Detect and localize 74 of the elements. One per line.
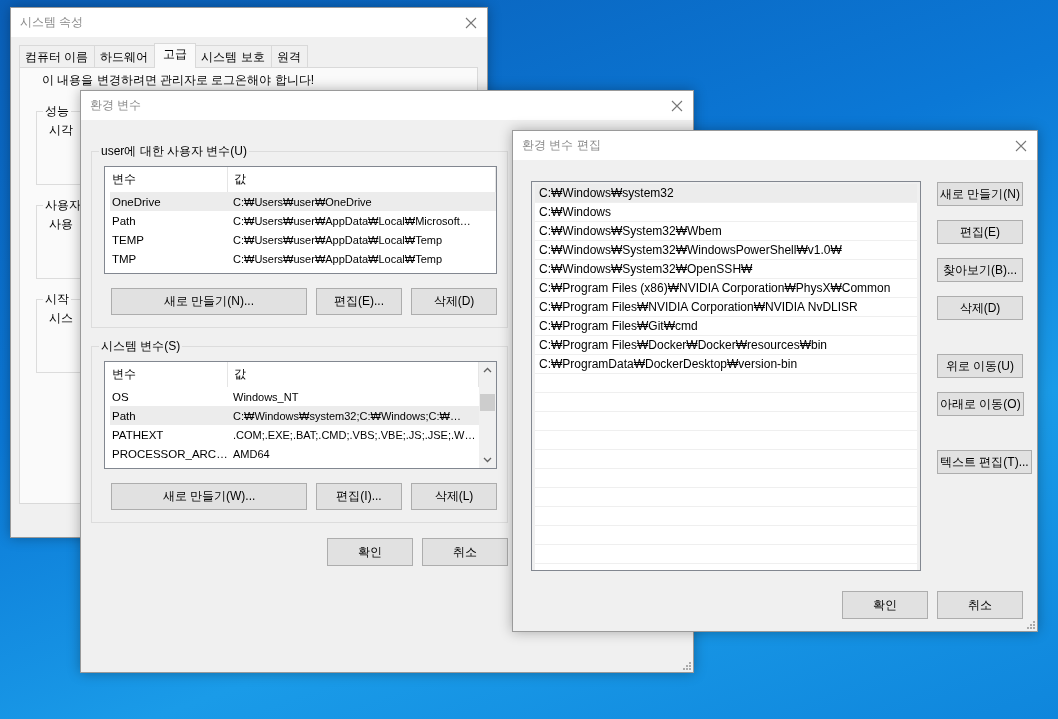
- dialog-button[interactable]: 위로 이동(U): [937, 354, 1023, 378]
- table-cell-text: AMD64: [232, 447, 271, 460]
- dialog-button[interactable]: 확인: [327, 538, 413, 566]
- dialog-button[interactable]: 찾아보기(B)...: [937, 258, 1023, 282]
- table-cell-text: Windows_NT: [232, 390, 300, 403]
- table-cell-text: C:₩Users₩user₩OneDrive: [232, 195, 373, 208]
- dialog-button[interactable]: 텍스트 편집(T)...: [937, 450, 1032, 474]
- group-label: 사용자: [44, 197, 82, 214]
- table-cell-text: Path: [111, 409, 137, 422]
- dialog-button[interactable]: 삭제(D): [937, 296, 1023, 320]
- table-cell-text: C:₩Users₩user₩AppData₩Local₩Microsoft…: [232, 214, 472, 227]
- table-cell-text: PATHEXT: [111, 428, 165, 441]
- table-cell-text: TEMP: [111, 233, 145, 246]
- dialog-button[interactable]: 확인: [842, 591, 928, 619]
- list-row[interactable]: TEMP C:₩Users₩user₩AppData₩Local₩Temp: [110, 230, 496, 249]
- table-cell-text: C:₩Windows₩system32;C:₩Windows;C:₩…: [232, 409, 462, 422]
- table-cell-text: C:₩Users₩user₩AppData₩Local₩Temp: [232, 252, 444, 265]
- dialog-button[interactable]: 취소: [937, 591, 1023, 619]
- dialog-button[interactable]: 편집(E): [937, 220, 1023, 244]
- table-cell-text: PROCESSOR_ARC…: [111, 447, 227, 460]
- list-row[interactable]: Path C:₩Users₩user₩AppData₩Local₩Microsoft…: [110, 211, 496, 230]
- group-text: 사용: [49, 216, 73, 233]
- tab[interactable]: 고급: [154, 43, 197, 68]
- close-icon[interactable]: [1015, 139, 1027, 152]
- window-title: 환경 변수: [90, 97, 142, 114]
- tab[interactable]: 원격: [270, 45, 308, 67]
- table-cell-text: .COM;.EXE;.BAT;.CMD;.VBS;.VBE;.JS;.JSE;.W…: [232, 428, 477, 441]
- group-label: 시작: [44, 291, 70, 308]
- table-cell-text: TMP: [111, 252, 138, 265]
- dialog-button[interactable]: 새로 만들기(N)...: [111, 288, 307, 315]
- group-text: 시각: [49, 122, 73, 139]
- list-item[interactable]: C:₩Program Files (x86)₩NVIDIA Corporation₩PhysX₩Common: [535, 279, 917, 298]
- scrollbar-thumb[interactable]: [480, 394, 495, 411]
- close-icon[interactable]: [465, 16, 477, 29]
- window-title: 환경 변수 편집: [522, 137, 601, 154]
- resize-grip-icon: [682, 661, 691, 670]
- dialog-button[interactable]: 새로 만들기(W)...: [111, 483, 307, 510]
- list-item[interactable]: C:₩Program Files₩Docker₩Docker₩resources₩bin: [535, 336, 917, 355]
- window-title: 시스템 속성: [20, 14, 84, 31]
- list-item[interactable]: C:₩Windows: [535, 203, 917, 222]
- list-row[interactable]: PROCESSOR_ARC… AMD64: [110, 444, 479, 463]
- list-row[interactable]: TMP C:₩Users₩user₩AppData₩Local₩Temp: [110, 249, 496, 268]
- list-row[interactable]: PATHEXT .COM;.EXE;.BAT;.CMD;.VBS;.VBE;.JS;.JSE;.W…: [110, 425, 479, 444]
- list-item[interactable]: C:₩Program Files₩Git₩cmd: [535, 317, 917, 336]
- dialog-button[interactable]: 삭제(L): [411, 483, 497, 510]
- dialog-button[interactable]: 아래로 이동(O): [937, 392, 1024, 416]
- notice-text: 이 내용을 변경하려면 관리자로 로그온해야 합니다!: [42, 73, 314, 87]
- tab[interactable]: 컴퓨터 이름: [19, 45, 96, 67]
- list-row[interactable]: OS Windows_NT: [110, 387, 479, 406]
- table-cell-text: C:₩Users₩user₩AppData₩Local₩Temp: [232, 233, 444, 246]
- close-icon[interactable]: [671, 99, 683, 112]
- group-text: 시스: [49, 310, 73, 327]
- table-cell-text: OS: [111, 390, 130, 403]
- column-header[interactable]: 변수: [110, 167, 227, 192]
- group-label: 시스템 변수(S): [100, 338, 182, 355]
- list-item[interactable]: C:₩ProgramData₩DockerDesktop₩version-bin: [535, 355, 917, 374]
- dialog-button[interactable]: 편집(E)...: [316, 288, 402, 315]
- dialog-button[interactable]: 새로 만들기(N): [937, 182, 1023, 206]
- dialog-button[interactable]: 삭제(D): [411, 288, 497, 315]
- group-label: user에 대한 사용자 변수(U): [100, 143, 248, 160]
- list-item[interactable]: C:₩Windows₩system32: [535, 184, 917, 203]
- list-item[interactable]: C:₩Windows₩System32₩WindowsPowerShell₩v1.0₩: [535, 241, 917, 260]
- column-header[interactable]: 변수: [110, 362, 227, 387]
- resize-grip-icon: [1026, 620, 1035, 629]
- table-cell-text: Path: [111, 214, 137, 227]
- list-row[interactable]: Path C:₩Windows₩system32;C:₩Windows;C:₩…: [110, 406, 479, 425]
- dialog-button[interactable]: 취소: [422, 538, 508, 566]
- list-item[interactable]: C:₩Program Files₩NVIDIA Corporation₩NVIDIA NvDLISR: [535, 298, 917, 317]
- list-row[interactable]: OneDrive C:₩Users₩user₩OneDrive: [110, 192, 496, 211]
- list-item[interactable]: C:₩Windows₩System32₩OpenSSH₩: [535, 260, 917, 279]
- dialog-button[interactable]: 편집(I)...: [316, 483, 402, 510]
- table-cell-text: OneDrive: [111, 195, 162, 208]
- group-label: 성능: [44, 103, 70, 120]
- list-item[interactable]: C:₩Windows₩System32₩Wbem: [535, 222, 917, 241]
